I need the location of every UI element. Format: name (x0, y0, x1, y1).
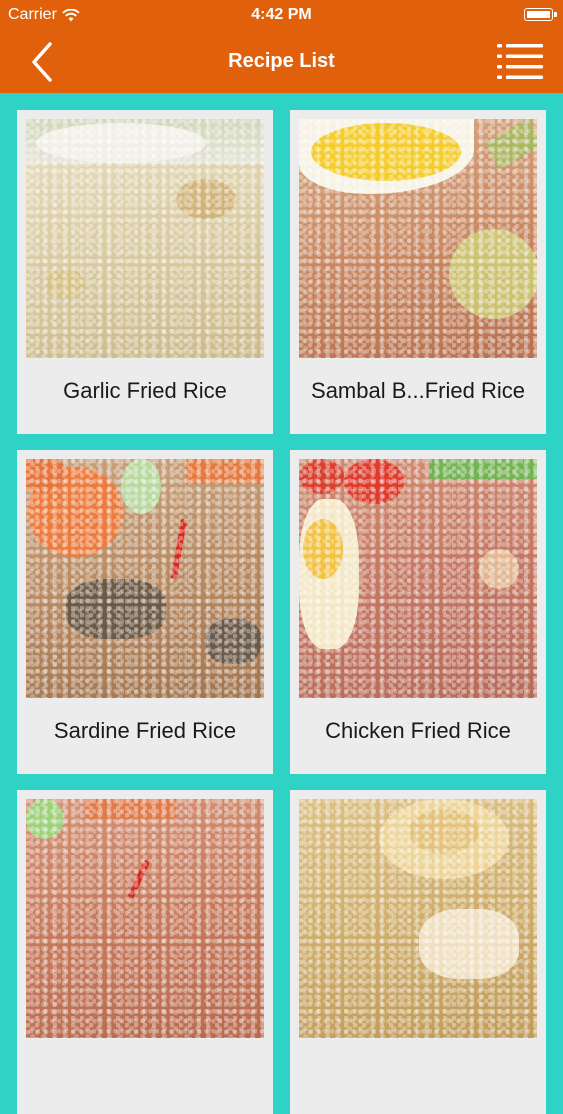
recipe-card[interactable] (290, 790, 546, 1114)
navigation-bar: Recipe List (0, 30, 563, 93)
list-icon (497, 44, 543, 79)
recipe-image (299, 799, 537, 1038)
recipe-card[interactable]: Sambal B...Fried Rice (290, 110, 546, 434)
recipe-name: Sambal B...Fried Rice (311, 378, 525, 403)
battery-icon (524, 8, 557, 21)
status-time: 4:42 PM (251, 6, 312, 23)
recipe-name: Chicken Fried Rice (325, 718, 511, 743)
header-bar: Carrier 4:42 PM Recipe List (0, 0, 563, 93)
menu-button[interactable] (495, 42, 545, 80)
recipe-card[interactable]: Sardine Fried Rice (17, 450, 273, 774)
status-bar: Carrier 4:42 PM (0, 0, 563, 30)
recipe-image (26, 799, 264, 1038)
recipe-card[interactable]: Garlic Fried Rice (17, 110, 273, 434)
recipe-image (26, 459, 264, 698)
recipe-card[interactable]: Chicken Fried Rice (290, 450, 546, 774)
page-title: Recipe List (228, 50, 335, 72)
recipe-name: Sardine Fried Rice (53, 718, 237, 743)
recipe-image (299, 459, 537, 698)
recipe-name: Garlic Fried Rice (63, 378, 227, 403)
recipe-image (26, 119, 264, 358)
recipe-image (299, 119, 537, 358)
recipe-card[interactable] (17, 790, 273, 1114)
